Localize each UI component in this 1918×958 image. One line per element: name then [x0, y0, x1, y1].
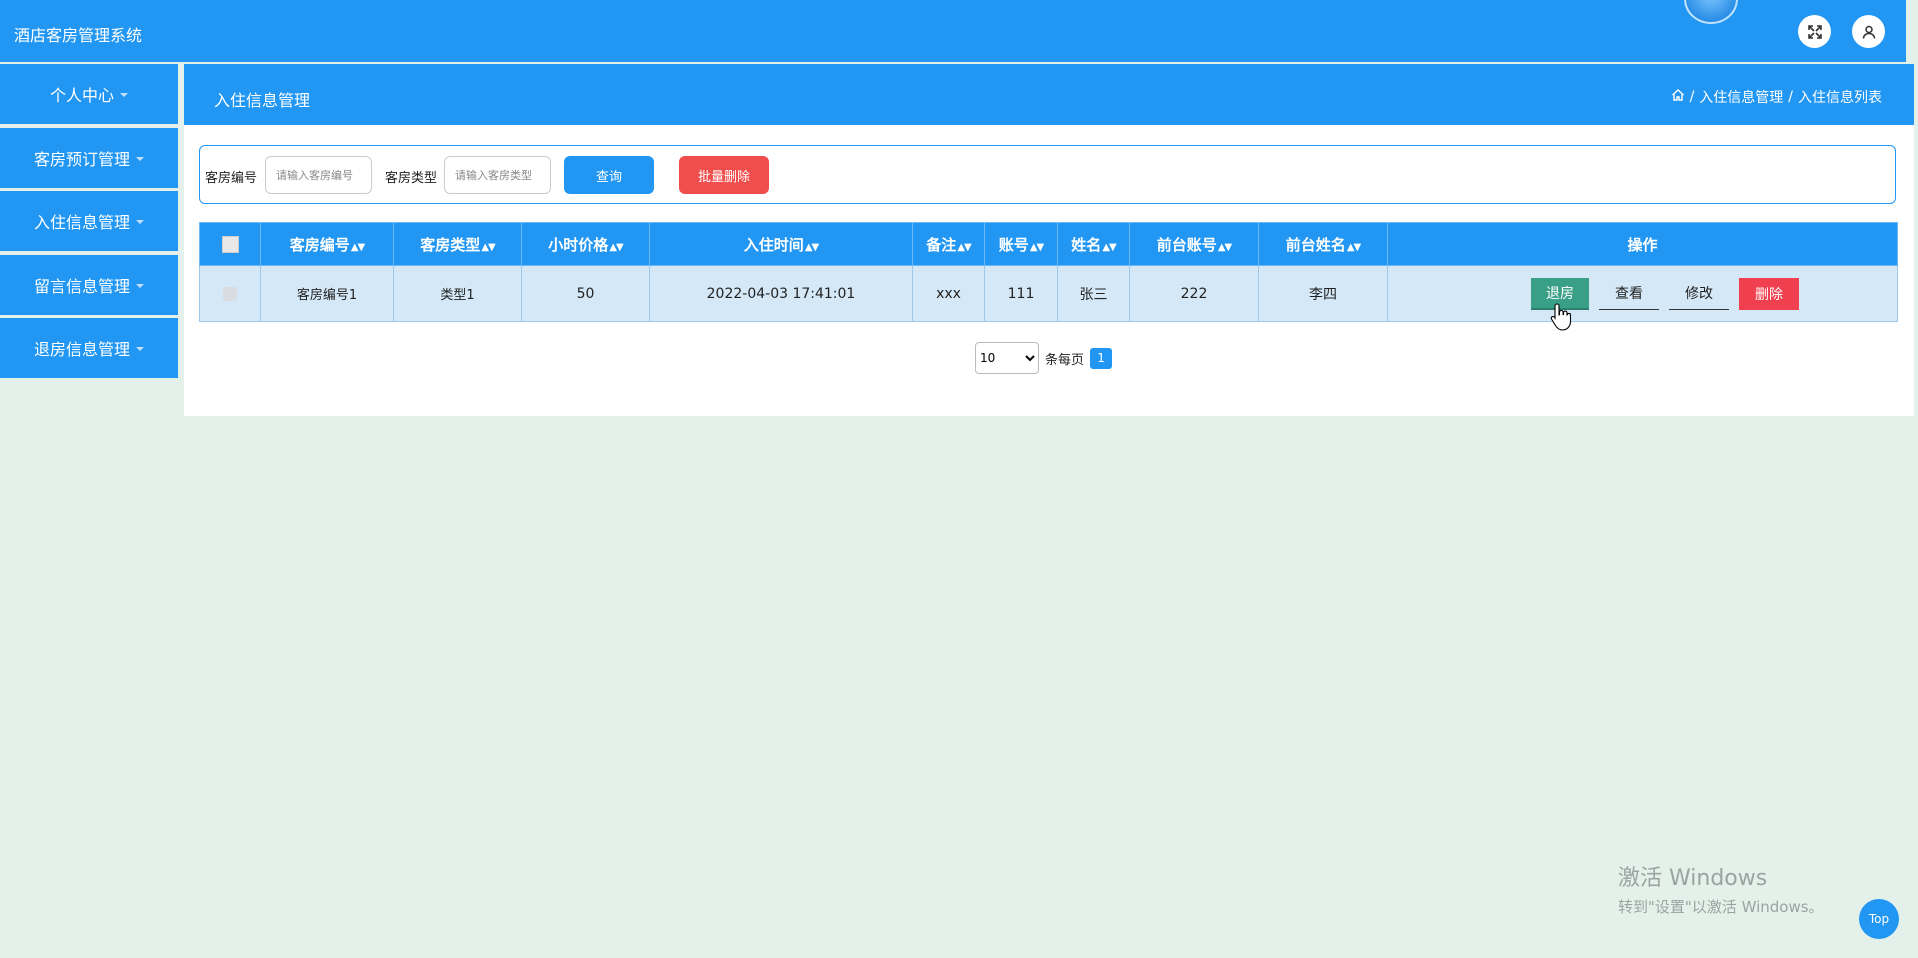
breadcrumb-separator: / [1788, 89, 1793, 105]
per-page-label: 条每页 [1045, 352, 1085, 368]
cell-hourly-price: 50 [521, 265, 650, 322]
back-to-top-button[interactable]: Top [1859, 899, 1899, 939]
sidebar-item-checkin-info[interactable]: 入住信息管理 [0, 191, 178, 251]
table-row: 客房编号1 类型1 50 2022-04-03 17:41:01 xxx 111… [199, 265, 1898, 322]
sidebar-item-label: 入住信息管理 [33, 213, 130, 232]
column-header-checkin-time[interactable]: 入住时间▲▼ [649, 222, 913, 266]
room-no-label: 客房编号 [205, 171, 258, 186]
breadcrumb-item-current: 入住信息列表 [1798, 90, 1882, 106]
page-title: 入住信息管理 [214, 91, 311, 110]
sort-icon: ▲▼ [609, 241, 623, 253]
user-icon[interactable] [1852, 15, 1885, 48]
select-all-cell [199, 222, 261, 266]
column-header-hourly-price[interactable]: 小时价格▲▼ [521, 222, 650, 266]
sidebar-item-room-booking[interactable]: 客房预订管理 [0, 127, 178, 188]
sort-icon: ▲▼ [1346, 241, 1361, 253]
column-header-actions: 操作 [1387, 222, 1898, 266]
table-header-row: 客房编号▲▼ 客房类型▲▼ 小时价格▲▼ 入住时间▲▼ 备注▲▼ 账号▲▼ 姓名… [199, 222, 1898, 266]
watermark-title: 激活 Windows [1618, 866, 1768, 891]
cell-desk-account: 222 [1129, 265, 1259, 322]
sidebar-item-label: 个人中心 [49, 86, 114, 105]
sidebar-item-label: 退房信息管理 [33, 340, 130, 359]
sort-icon: ▲▼ [957, 241, 971, 253]
sort-icon: ▲▼ [350, 241, 365, 253]
delete-button[interactable]: 删除 [1739, 277, 1799, 310]
column-header-desk-account[interactable]: 前台账号▲▼ [1129, 222, 1259, 266]
caret-down-icon [136, 347, 144, 351]
search-form: 客房编号 客房类型 查询 批量删除 [199, 145, 1896, 204]
sort-icon: ▲▼ [1029, 241, 1044, 253]
cell-room-type: 类型1 [393, 265, 522, 322]
cell-checkin-time: 2022-04-03 17:41:01 [649, 265, 913, 322]
sort-icon: ▲▼ [481, 241, 495, 253]
column-header-remark[interactable]: 备注▲▼ [912, 222, 985, 266]
breadcrumb: / 入住信息管理 / 入住信息列表 [1671, 87, 1882, 107]
caret-down-icon [120, 93, 128, 97]
column-header-room-no[interactable]: 客房编号▲▼ [260, 222, 394, 266]
page-header: 入住信息管理 / 入住信息管理 / 入住信息列表 [184, 64, 1914, 125]
column-header-account[interactable]: 账号▲▼ [984, 222, 1058, 266]
sidebar-item-label: 留言信息管理 [33, 276, 130, 296]
room-type-input[interactable] [444, 156, 551, 194]
cell-actions: 退房 查看 修改 删除 [1387, 265, 1898, 322]
select-all-checkbox[interactable] [221, 236, 239, 253]
sidebar: 个人中心 客房预订管理 入住信息管理 留言信息管理 退房信息管理 [0, 64, 178, 382]
sidebar-item-checkout-info[interactable]: 退房信息管理 [0, 318, 178, 378]
edit-button[interactable]: 修改 [1669, 278, 1729, 310]
sort-icon: ▲▼ [804, 241, 819, 253]
cell-room-no: 客房编号1 [260, 265, 394, 322]
row-checkbox[interactable] [223, 286, 237, 301]
hand-cursor-icon [1550, 303, 1572, 331]
breadcrumb-item[interactable]: 入住信息管理 [1699, 87, 1783, 107]
caret-down-icon [136, 220, 144, 224]
cell-account: 111 [984, 265, 1058, 322]
cell-desk-name: 李四 [1258, 265, 1388, 322]
app-title: 酒店客房管理系统 [14, 26, 143, 45]
watermark-subtitle: 转到"设置"以激活 Windows。 [1618, 898, 1824, 916]
page-size-select[interactable]: 10 [975, 342, 1039, 374]
cell-name: 张三 [1057, 265, 1130, 322]
user-badge-avatar[interactable] [1684, 0, 1738, 24]
page-number-current[interactable]: 1 [1090, 347, 1113, 369]
sort-icon: ▲▼ [1217, 241, 1232, 253]
pagination: 10 条每页 1 [975, 342, 1113, 374]
room-type-label: 客房类型 [385, 171, 438, 186]
top-header-bar: 酒店客房管理系统 [0, 0, 1906, 62]
room-no-input[interactable] [265, 156, 372, 194]
sidebar-item-label: 客房预订管理 [33, 149, 130, 169]
view-button[interactable]: 查看 [1599, 278, 1659, 310]
cell-remark: xxx [912, 265, 985, 322]
checkin-table: 客房编号▲▼ 客房类型▲▼ 小时价格▲▼ 入住时间▲▼ 备注▲▼ 账号▲▼ 姓名… [199, 222, 1898, 322]
sidebar-item-personal-center[interactable]: 个人中心 [0, 64, 178, 124]
batch-delete-button[interactable]: 批量删除 [679, 156, 769, 194]
column-header-room-type[interactable]: 客房类型▲▼ [393, 222, 522, 266]
breadcrumb-separator: / [1689, 89, 1695, 105]
column-header-desk-name[interactable]: 前台姓名▲▼ [1258, 222, 1388, 266]
fullscreen-icon[interactable] [1798, 15, 1831, 48]
sidebar-item-messages[interactable]: 留言信息管理 [0, 254, 178, 315]
windows-activation-watermark: 激活 Windows 转到"设置"以激活 Windows。 [1618, 860, 1824, 917]
query-button[interactable]: 查询 [564, 156, 654, 194]
column-header-name[interactable]: 姓名▲▼ [1057, 222, 1130, 266]
caret-down-icon [136, 283, 144, 288]
main-content: 入住信息管理 / 入住信息管理 / 入住信息列表 客房编号 客房类型 查询 批量… [184, 64, 1914, 416]
row-select-cell [199, 265, 261, 322]
home-icon[interactable] [1671, 88, 1685, 106]
sort-icon: ▲▼ [1102, 241, 1116, 253]
caret-down-icon [136, 156, 144, 161]
